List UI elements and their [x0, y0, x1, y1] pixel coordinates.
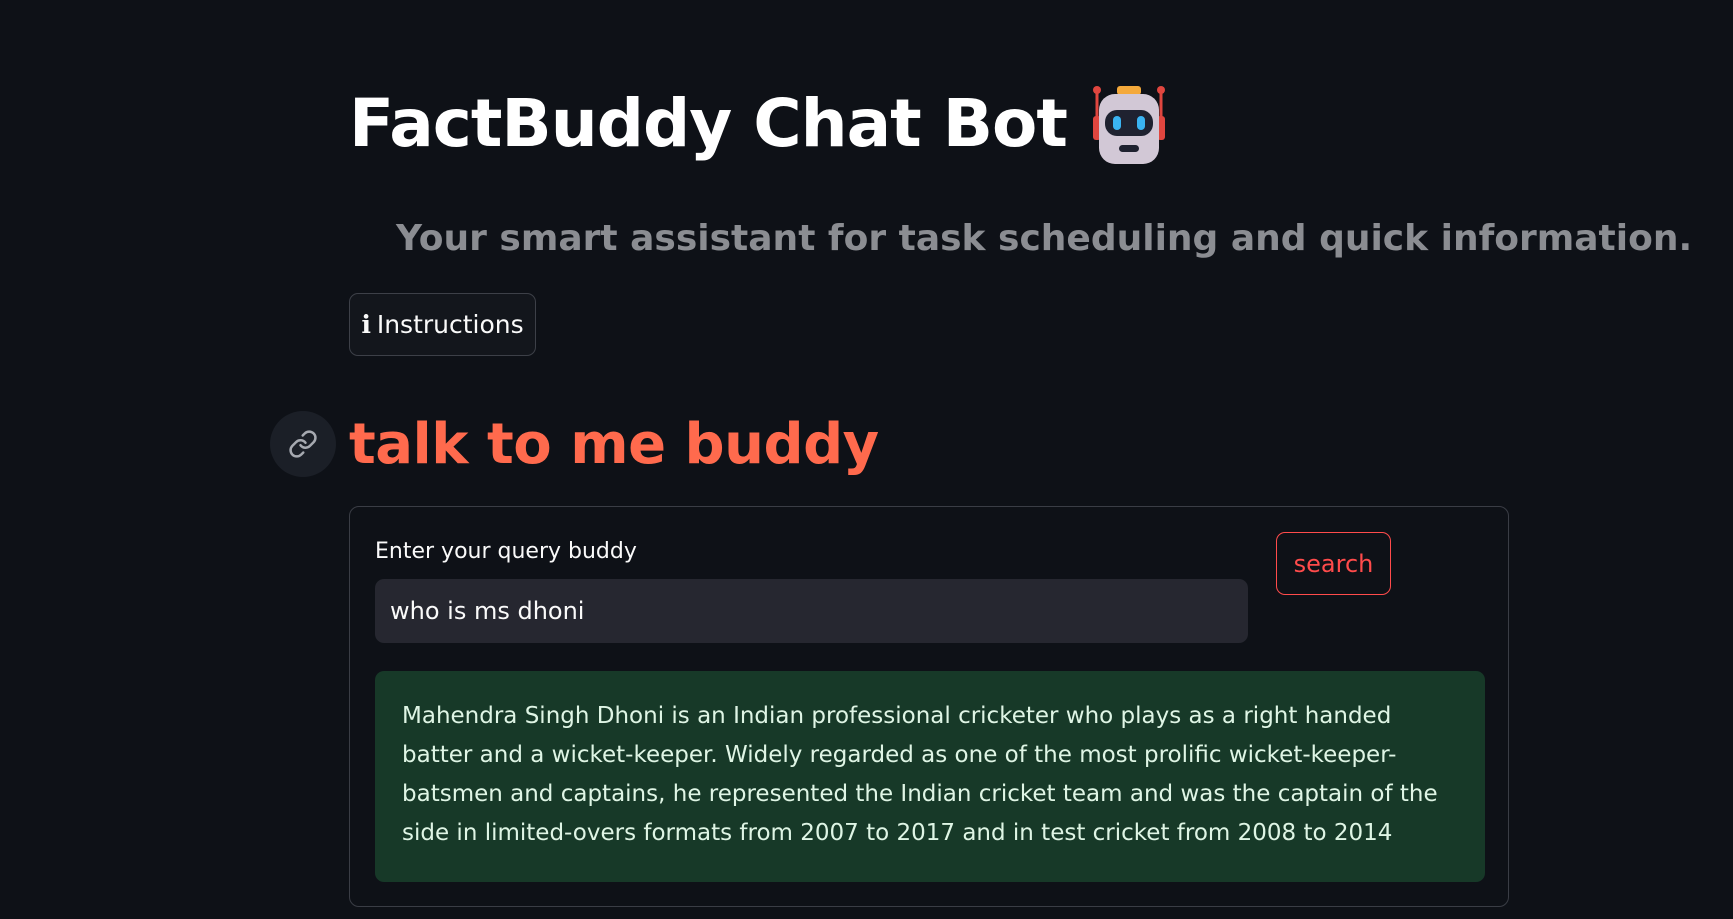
- instructions-button[interactable]: ℹ Instructions: [349, 293, 536, 356]
- query-form: Enter your query buddy search Mahendra S…: [349, 506, 1509, 907]
- page-title: FactBuddy Chat Bot: [349, 85, 1068, 162]
- section-heading: talk to me buddy: [349, 412, 879, 477]
- info-icon: ℹ: [361, 310, 371, 339]
- heading-anchor-link[interactable]: [270, 411, 336, 477]
- app-page: FactBuddy Chat Bot Your smart assistant …: [0, 0, 1733, 919]
- answer-text: Mahendra Singh Dhoni is an Indian profes…: [402, 703, 1438, 846]
- search-button[interactable]: search: [1276, 532, 1391, 595]
- instructions-label: Instructions: [376, 310, 524, 339]
- robot-face-icon: [1092, 86, 1165, 164]
- query-input[interactable]: [375, 579, 1248, 643]
- title-row: FactBuddy Chat Bot: [349, 82, 1167, 166]
- page-subtitle: Your smart assistant for task scheduling…: [396, 218, 1693, 259]
- link-icon: [289, 430, 317, 458]
- query-label: Enter your query buddy: [375, 539, 637, 564]
- answer-alert: Mahendra Singh Dhoni is an Indian profes…: [375, 671, 1485, 882]
